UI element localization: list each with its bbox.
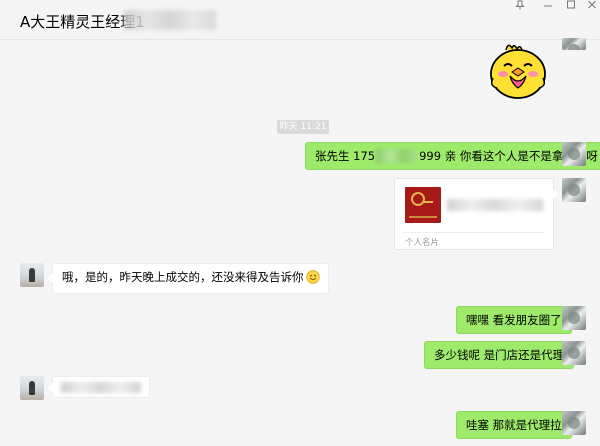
card-emblem: [411, 192, 425, 206]
avatar-face: [568, 347, 580, 359]
avatar[interactable]: [562, 306, 586, 330]
blurred-phone-number: [376, 149, 419, 163]
avatar[interactable]: [562, 411, 586, 435]
card-ornament: [409, 216, 437, 218]
message-text: 嘿嘿 看发朋友圈了: [466, 313, 562, 327]
close-icon[interactable]: [587, 0, 597, 10]
avatar[interactable]: [20, 376, 44, 400]
blurred-contact-name: [447, 199, 543, 211]
message-bubble[interactable]: 哦，是的，昨天晚上成交的，还没来得及告诉你: [47, 263, 329, 294]
contact-card-label: 个人名片: [405, 238, 440, 248]
message-bubble[interactable]: 张先生 175 999 亲 你看这个人是不是拿货了呀: [305, 142, 600, 170]
message-text: 哇塞 那就是代理拉: [466, 418, 562, 432]
avatar-face: [568, 417, 580, 429]
avatar[interactable]: [20, 263, 44, 287]
contact-card[interactable]: 个人名片: [394, 178, 559, 250]
avatar-face: [568, 44, 580, 50]
avatar[interactable]: [562, 142, 586, 166]
message-text: 张先生 175: [315, 149, 376, 163]
message-bubble[interactable]: 嘿嘿 看发朋友圈了: [456, 306, 577, 334]
message-bubble[interactable]: 哇塞 那就是代理拉: [456, 411, 577, 439]
message-timestamp: 昨天 11:21: [277, 120, 329, 134]
maximize-icon[interactable]: [566, 0, 576, 10]
avatar-figure: [29, 268, 35, 282]
avatar[interactable]: [562, 341, 586, 365]
message-text: 哦，是的，昨天晚上成交的，还没来得及告诉你: [62, 270, 304, 284]
avatar[interactable]: [562, 178, 586, 202]
card-ornament: [423, 201, 433, 203]
chick-sticker[interactable]: [486, 40, 550, 102]
contact-card-image: [405, 187, 441, 223]
avatar-face: [568, 148, 580, 160]
minimize-icon[interactable]: [543, 0, 553, 10]
blurred-message-bubble[interactable]: [47, 376, 150, 398]
avatar-face: [568, 312, 580, 324]
blurred-message-text: [61, 382, 141, 393]
title-blurred-region: [124, 10, 216, 30]
message-text: 多少钱呢 是门店还是代理: [434, 348, 565, 362]
card-divider: [403, 232, 545, 233]
title-bar: A大王精灵王经理1: [0, 0, 600, 40]
avatar-face: [568, 184, 580, 196]
avatar[interactable]: [562, 38, 586, 50]
pin-icon[interactable]: [515, 0, 525, 10]
message-bubble[interactable]: 多少钱呢 是门店还是代理: [424, 341, 580, 369]
smile-emoji-icon: [305, 270, 320, 288]
avatar-figure: [29, 381, 35, 395]
